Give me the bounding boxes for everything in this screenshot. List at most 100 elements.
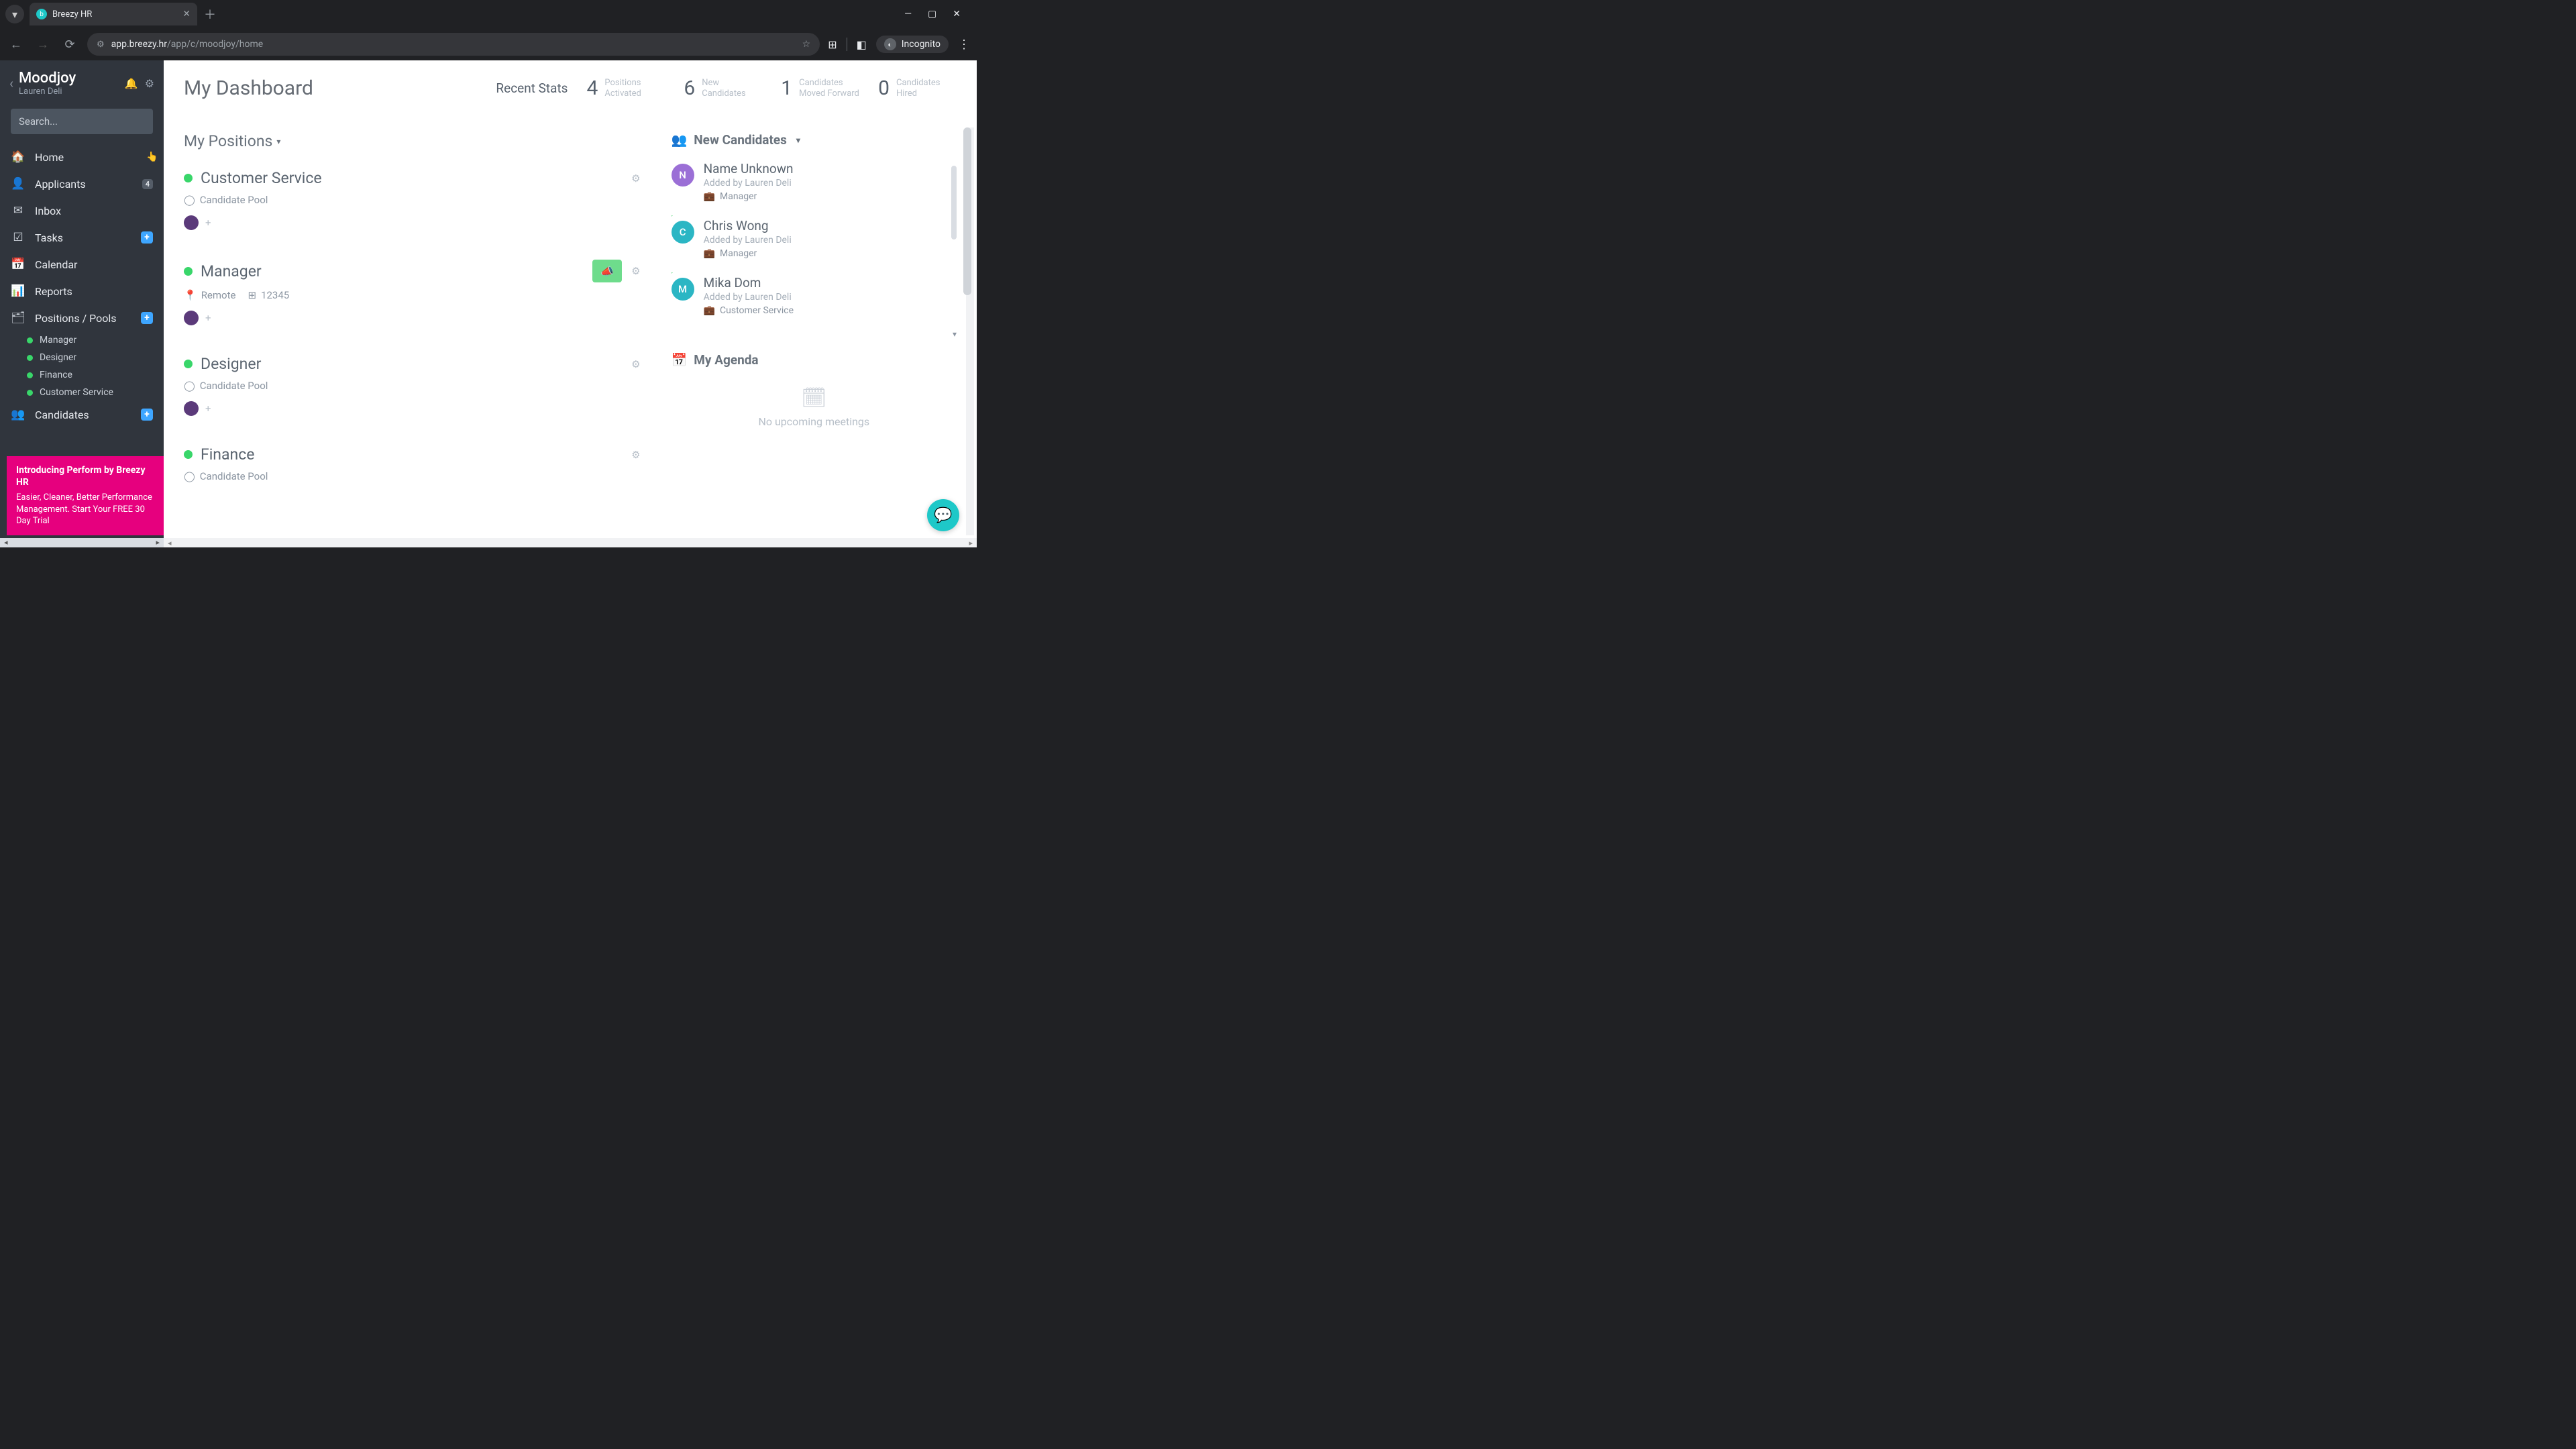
extensions-icon[interactable]: ⊞ <box>828 38 837 51</box>
bookmark-star-icon[interactable]: ☆ <box>802 39 811 50</box>
add-member-button[interactable]: + <box>205 402 211 415</box>
briefcase-icon: 💼 <box>704 248 715 259</box>
candidate-role: Manager <box>720 191 757 202</box>
candidate-item[interactable]: C Chris Wong Added by Lauren Deli 💼Manag… <box>672 218 957 259</box>
new-candidates-heading[interactable]: 👥 New Candidates ▾ <box>672 132 957 148</box>
add-member-button[interactable]: + <box>205 312 211 324</box>
site-settings-icon[interactable]: ⚙ <box>97 40 105 50</box>
sidepanel-icon[interactable]: ◧ <box>857 38 867 51</box>
incognito-badge[interactable]: ◐ Incognito <box>876 36 949 53</box>
company-block[interactable]: Moodjoy Lauren Deli <box>19 70 119 97</box>
stat-number: 1 <box>781 76 792 100</box>
sidebar-subitem-designer[interactable]: Designer <box>27 349 164 366</box>
stat-label: Candidates Hired <box>896 78 957 99</box>
promo-banner[interactable]: Introducing Perform by Breezy HR Easier,… <box>7 456 164 535</box>
status-dot-icon <box>27 355 33 361</box>
home-icon: 🏠 <box>11 150 25 164</box>
avatar-initial: C <box>680 226 686 238</box>
add-position-button[interactable]: + <box>141 312 153 324</box>
briefcase-icon: 💼 <box>704 191 715 202</box>
status-dot-icon <box>184 450 193 459</box>
megaphone-button[interactable]: 📣 <box>592 260 622 282</box>
status-dot-icon <box>27 337 33 343</box>
position-card[interactable]: Finance ⚙ ◯Candidate Pool <box>184 445 641 482</box>
candidate-item[interactable]: N Name Unknown Added by Lauren Deli 💼Man… <box>672 161 957 202</box>
maximize-icon[interactable]: ▢ <box>928 9 936 19</box>
position-card[interactable]: Designer ⚙ ◯Candidate Pool + <box>184 355 641 416</box>
sidebar-header: ‹ Moodjoy Lauren Deli 🔔 ⚙ <box>0 60 164 103</box>
stat-hired: 0 Candidates Hired <box>878 76 957 100</box>
position-meta: Candidate Pool <box>200 194 268 206</box>
sidebar-item-applicants[interactable]: 👤 Applicants 4 <box>0 170 164 197</box>
sidebar-item-home[interactable]: 🏠 Home <box>0 144 164 170</box>
scroll-left-icon[interactable]: ◂ <box>4 538 8 547</box>
forward-icon[interactable]: → <box>34 35 52 54</box>
content-row: My Positions ▾ Customer Service ⚙ ◯Candi… <box>184 132 957 547</box>
main-horizontal-scrollbar[interactable]: ◂ ▸ <box>164 538 977 547</box>
new-tab-button[interactable]: ＋ <box>204 5 216 23</box>
sub-label: Designer <box>40 352 76 363</box>
position-card[interactable]: Customer Service ⚙ ◯Candidate Pool + <box>184 169 641 230</box>
candidate-name: Mika Dom <box>704 275 957 290</box>
minimize-icon[interactable]: ― <box>904 9 912 19</box>
sidebar-subitem-customer-service[interactable]: Customer Service <box>27 384 164 401</box>
avatar[interactable] <box>184 401 199 416</box>
main-scrollbar-thumb[interactable] <box>963 127 971 295</box>
sidebar-scrollbar[interactable]: ◂ ▸ <box>0 538 164 547</box>
candidates-expand-icon[interactable]: ▾ <box>672 329 957 339</box>
promo-body: Easier, Cleaner, Better Performance Mana… <box>16 492 154 527</box>
add-task-button[interactable]: + <box>141 231 153 244</box>
sidebar-item-calendar[interactable]: 📅 Calendar <box>0 251 164 278</box>
sidebar-item-tasks[interactable]: ☑ Tasks + <box>0 224 164 251</box>
user-icon: 👤 <box>11 177 25 191</box>
stat-label: Candidates Moved Forward <box>799 78 859 99</box>
sub-label: Customer Service <box>40 387 113 398</box>
candidate-role: Manager <box>720 248 757 259</box>
gear-icon[interactable]: ⚙ <box>631 265 640 277</box>
address-bar[interactable]: ⚙ app.breezy.hr/app/c/moodjoy/home ☆ <box>87 33 820 56</box>
gear-icon[interactable]: ⚙ <box>631 358 640 370</box>
chat-fab-button[interactable]: 💬 <box>927 499 959 531</box>
user-circle-icon: ◯ <box>184 470 195 482</box>
close-icon[interactable]: ✕ <box>182 9 191 19</box>
avatar[interactable] <box>184 311 199 325</box>
gear-icon[interactable]: ⚙ <box>631 172 640 184</box>
add-member-button[interactable]: + <box>205 217 211 229</box>
scroll-left-icon[interactable]: ◂ <box>168 539 172 547</box>
tab-search-dropdown[interactable]: ▾ <box>5 5 24 23</box>
positions-heading[interactable]: My Positions ▾ <box>184 132 641 150</box>
sidebar-subitem-finance[interactable]: Finance <box>27 366 164 384</box>
search-input[interactable] <box>11 109 153 134</box>
scroll-right-icon[interactable]: ▸ <box>969 539 973 547</box>
gear-icon[interactable]: ⚙ <box>631 449 640 461</box>
stat-number: 4 <box>587 76 598 100</box>
url-host: app.breezy.hr <box>111 39 167 50</box>
sidebar-back-icon[interactable]: ‹ <box>9 75 13 91</box>
app-viewport: ‹ Moodjoy Lauren Deli 🔔 ⚙ 👆 🏠 Home 👤 App… <box>0 60 977 547</box>
gear-icon[interactable]: ⚙ <box>145 77 154 90</box>
candidate-added-by: Added by Lauren Deli <box>704 235 957 246</box>
users-icon: 👥 <box>672 132 688 148</box>
close-window-icon[interactable]: ✕ <box>953 9 961 19</box>
bell-icon[interactable]: 🔔 <box>125 77 138 90</box>
url-path: /app/c/moodjoy/home <box>167 39 263 50</box>
sidebar-item-inbox[interactable]: ✉ Inbox <box>0 197 164 224</box>
scroll-right-icon[interactable]: ▸ <box>156 538 160 547</box>
position-card[interactable]: Manager 📣 ⚙ 📍Remote ⊞12345 + <box>184 260 641 325</box>
sidebar-subitem-manager[interactable]: Manager <box>27 331 164 349</box>
candidate-item[interactable]: M Mika Dom Added by Lauren Deli 💼Custome… <box>672 275 957 316</box>
reports-icon: 📊 <box>11 284 25 298</box>
qr-icon: ⊞ <box>248 289 256 301</box>
sidebar-item-candidates[interactable]: 👥 Candidates + <box>0 401 164 428</box>
browser-menu-icon[interactable]: ⋮ <box>958 38 970 52</box>
positions-column: My Positions ▾ Customer Service ⚙ ◯Candi… <box>184 132 645 547</box>
avatar[interactable] <box>184 215 199 230</box>
browser-tab[interactable]: b Breezy HR ✕ <box>30 3 197 25</box>
back-icon[interactable]: ← <box>7 35 25 54</box>
sidebar-item-reports[interactable]: 📊 Reports <box>0 278 164 305</box>
main-scrollbar-track[interactable] <box>966 127 974 535</box>
reload-icon[interactable]: ⟳ <box>60 35 79 54</box>
sidebar-item-positions[interactable]: 🗂 Positions / Pools + <box>0 305 164 331</box>
add-candidate-button[interactable]: + <box>141 409 153 421</box>
sub-label: Finance <box>40 370 72 380</box>
